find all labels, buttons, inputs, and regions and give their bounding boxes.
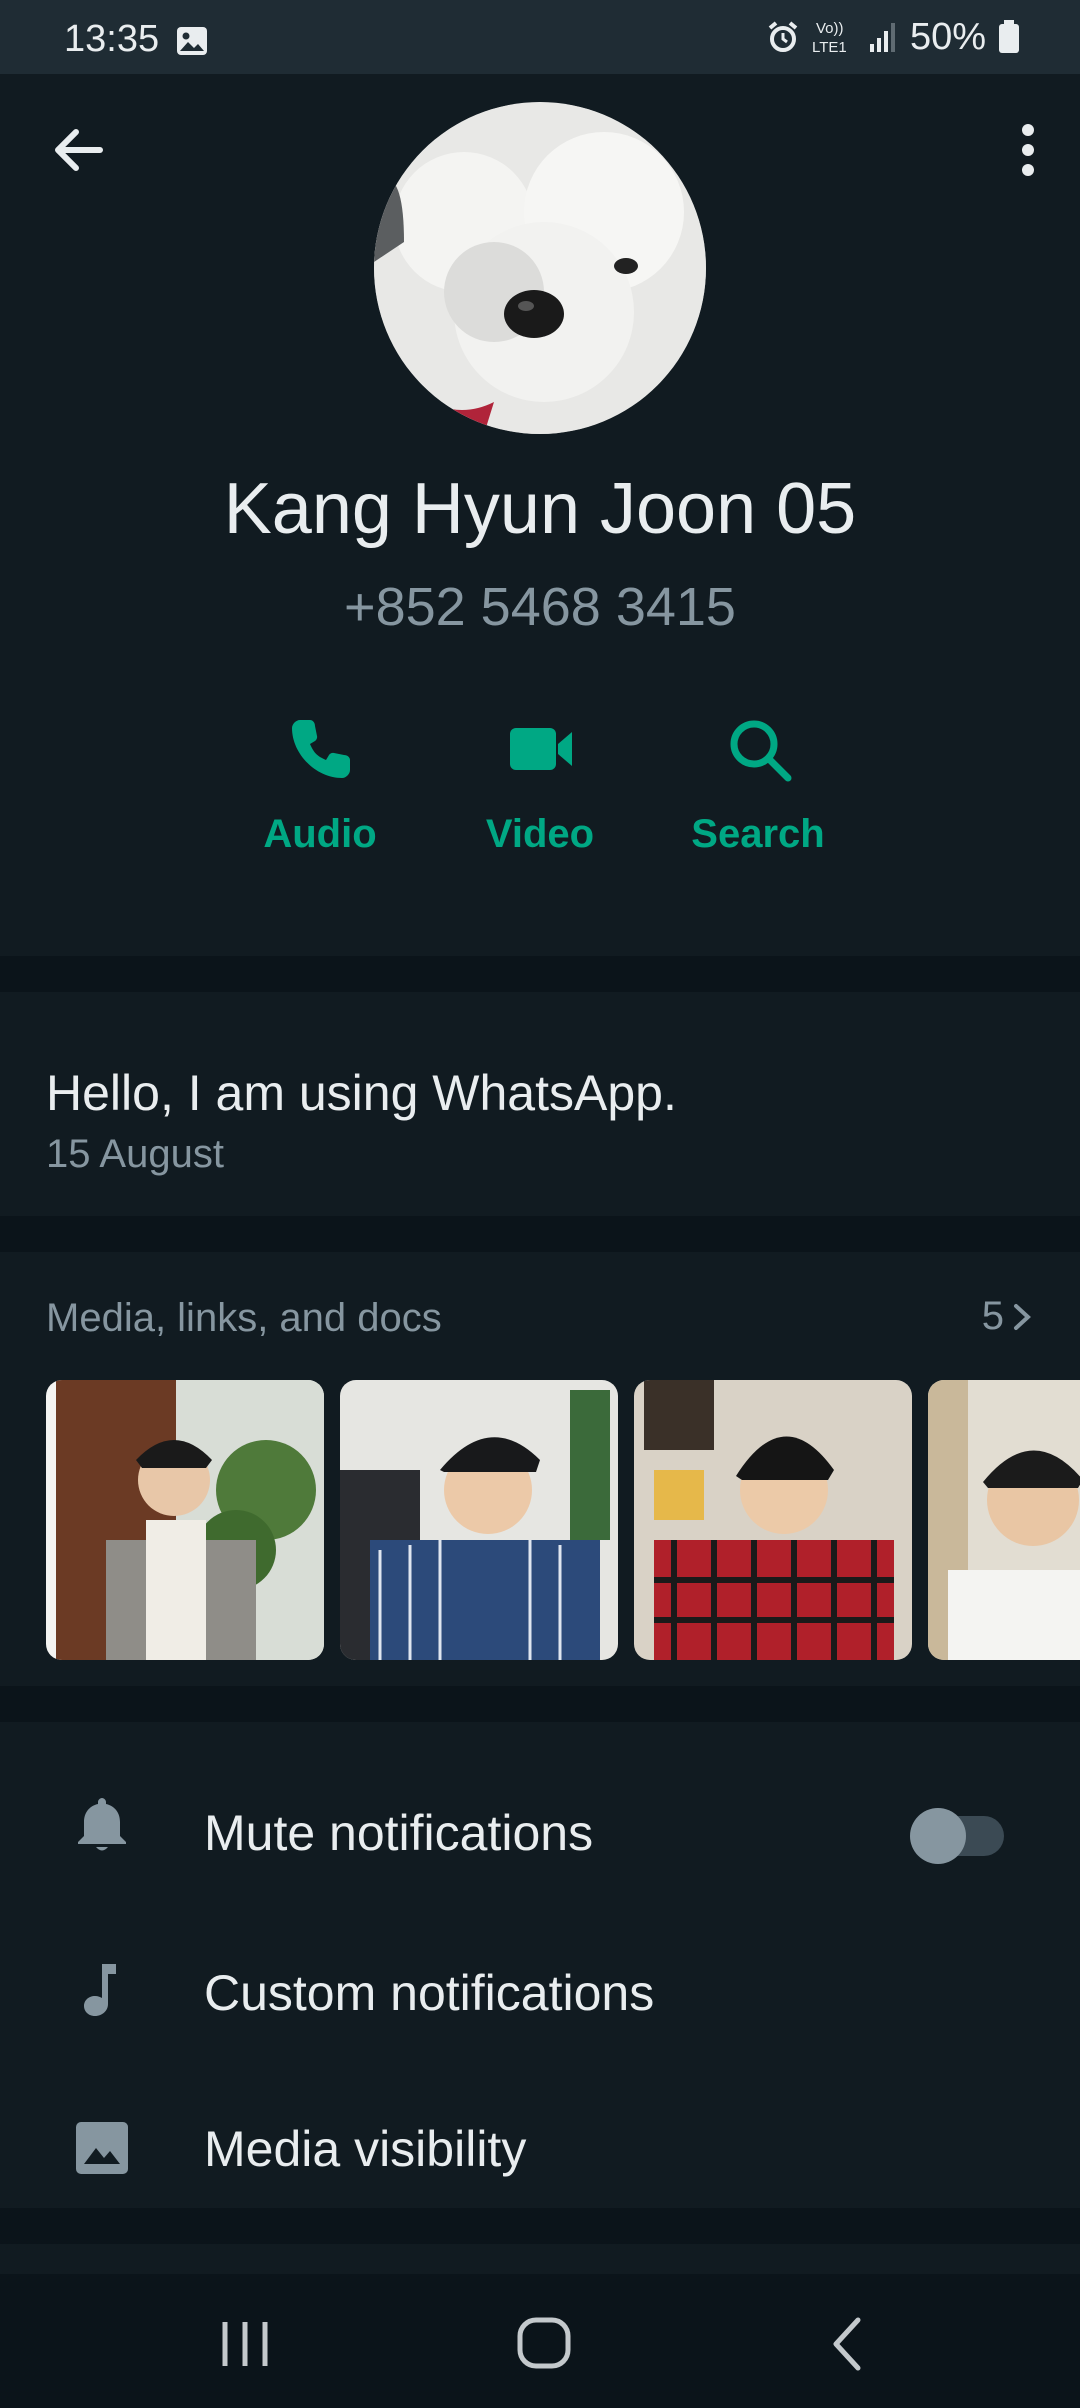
media-thumbnail[interactable]: [46, 1380, 324, 1660]
video-label: Video: [485, 812, 595, 856]
next-section-edge: [0, 2244, 1080, 2274]
media-thumbnail[interactable]: [928, 1380, 1080, 1660]
battery-icon: [999, 20, 1019, 53]
notification-settings: Mute notifications Custom notifications …: [0, 1722, 1080, 2208]
home-icon[interactable]: [510, 2308, 580, 2378]
custom-notifications-row[interactable]: Custom notifications: [0, 1918, 1080, 2068]
media-section: Media, links, and docs 5: [0, 1252, 1080, 1686]
video-icon: [510, 728, 572, 770]
chevron-right-icon: [1014, 1303, 1031, 1330]
status-icons: Vo)) LTE1 50%: [766, 14, 1020, 60]
about-date: 15 August: [46, 1132, 224, 1176]
audio-label: Audio: [263, 812, 377, 856]
media-title[interactable]: Media, links, and docs: [46, 1296, 442, 1341]
bell-icon: [78, 1798, 126, 1851]
media-visibility-row[interactable]: Media visibility: [0, 2074, 1080, 2224]
search-icon: [730, 720, 792, 782]
media-count: 5: [981, 1294, 1004, 1338]
music-note-icon: [84, 1964, 116, 2016]
mute-notifications-row[interactable]: Mute notifications: [0, 1758, 1080, 1908]
media-visibility-label: Media visibility: [204, 2121, 527, 2177]
status-time: 13:35: [64, 18, 160, 60]
mute-notifications-label: Mute notifications: [204, 1805, 594, 1861]
search-button[interactable]: Search: [658, 714, 858, 884]
search-label: Search: [691, 812, 825, 856]
nav-back-icon[interactable]: [814, 2308, 884, 2378]
volte-icon: Vo)) LTE1: [812, 20, 847, 56]
action-buttons: Audio Video Search: [0, 714, 1080, 884]
back-arrow-icon[interactable]: [48, 120, 108, 180]
dog-photo: [374, 102, 706, 434]
more-options-icon[interactable]: [1010, 120, 1046, 180]
gallery-notification-icon: [177, 27, 207, 55]
video-call-button[interactable]: Video: [440, 714, 640, 884]
battery-percent: 50%: [909, 15, 986, 58]
recent-apps-icon[interactable]: [210, 2308, 280, 2378]
signal-icon: [869, 23, 895, 52]
status-bar: 13:35 Vo)) LTE1 50%: [0, 0, 1080, 74]
audio-call-button[interactable]: Audio: [220, 714, 420, 884]
media-thumbnails: [46, 1380, 1080, 1660]
about-section[interactable]: Hello, I am using WhatsApp. 15 August: [0, 992, 1080, 1216]
contact-avatar[interactable]: [374, 102, 706, 434]
alarm-icon: [768, 21, 798, 52]
phone-icon: [292, 720, 350, 778]
mute-toggle-knob: [910, 1808, 966, 1864]
about-text: Hello, I am using WhatsApp.: [46, 1065, 677, 1121]
media-thumbnail[interactable]: [340, 1380, 618, 1660]
mute-toggle[interactable]: [910, 1808, 1004, 1864]
contact-name: Kang Hyun Joon 05: [223, 469, 857, 549]
contact-phone: +852 5468 3415: [344, 577, 736, 637]
media-thumbnail[interactable]: [634, 1380, 912, 1660]
media-count-link[interactable]: 5: [982, 1294, 1034, 1339]
system-nav-bar: [0, 2274, 1080, 2408]
svg-text:LTE1: LTE1: [812, 39, 847, 56]
custom-notifications-label: Custom notifications: [204, 1965, 655, 2021]
svg-text:Vo)): Vo)): [816, 20, 844, 37]
image-icon: [76, 2122, 128, 2174]
contact-header: Kang Hyun Joon 05 +852 5468 3415 Audio V…: [0, 74, 1080, 956]
